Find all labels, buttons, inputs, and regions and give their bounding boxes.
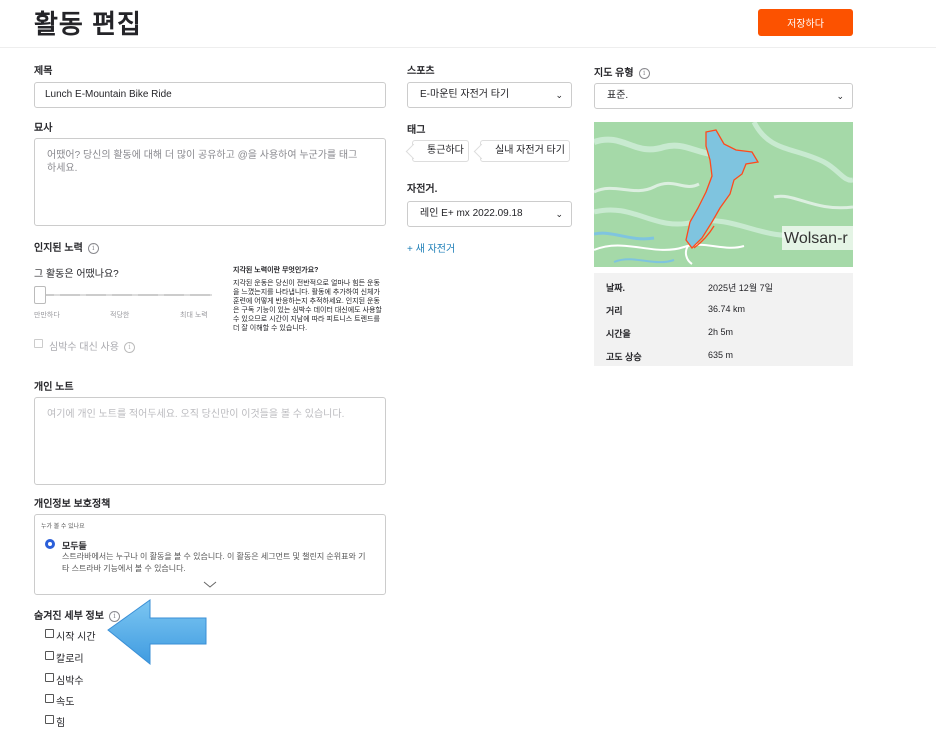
tag-indoor-ride[interactable]: 실내 자전거 타기: [480, 140, 570, 162]
chevron-down-icon: ⌄: [555, 209, 563, 219]
hidden-start-time-checkbox[interactable]: [45, 629, 54, 638]
bike-select-value: 레인 E+ mx 2022.09.18: [420, 208, 523, 219]
hidden-speed-label: 속도: [56, 697, 75, 708]
sport-select[interactable]: E-마운틴 자전거 타기 ⌄: [407, 82, 572, 108]
map-type-label-text: 지도 유형: [594, 68, 634, 79]
map-place-label: Wolsan-r: [784, 230, 848, 247]
new-bike-link[interactable]: + 새 자전거: [407, 240, 455, 255]
activity-stats: 날짜. 2025년 12월 7일 거리 36.74 km 시간을 2h 5m 고…: [594, 273, 853, 366]
stat-date-value: 2025년 12월 7일: [708, 283, 773, 293]
hidden-heartrate-label: 심박수: [56, 676, 84, 687]
hidden-calories-label: 칼로리: [56, 654, 84, 665]
hr-instead-label: 심박수 대신 사용: [49, 342, 119, 353]
info-icon[interactable]: i: [87, 242, 99, 254]
stat-distance-label: 거리: [606, 306, 623, 316]
hidden-power-checkbox[interactable]: [45, 715, 54, 724]
tags-label: 태그: [407, 125, 426, 136]
info-icon[interactable]: i: [123, 341, 135, 353]
stat-distance-value: 36.74 km: [708, 304, 746, 314]
map-type-label: 지도 유형 i: [594, 64, 650, 79]
effort-help-title: 지각된 노력이란 무엇인가요?: [233, 267, 319, 274]
privacy-box[interactable]: 누가 볼 수 있나요 모두들 스트라바에서는 누구나 이 활동을 볼 수 있습니…: [34, 514, 386, 595]
description-textarea[interactable]: 어땠어? 당신의 활동에 대해 더 많이 공유하고 @을 사용하여 누군가를 태…: [34, 138, 386, 226]
chevron-down-icon: ⌄: [836, 91, 844, 101]
hidden-heartrate-checkbox[interactable]: [45, 673, 54, 682]
privacy-label: 개인정보 보호정책: [34, 499, 111, 510]
effort-question: 그 활동은 어땠나요?: [34, 269, 119, 280]
save-button[interactable]: 저장하다: [758, 9, 853, 36]
effort-label: 인지된 노력 i: [34, 239, 99, 254]
stat-elevation-value: 635 m: [708, 350, 734, 360]
stat-elevation-label: 고도 상승: [606, 352, 642, 362]
hidden-start-time-label: 시작 시간: [56, 632, 96, 643]
hidden-calories-checkbox[interactable]: [45, 651, 54, 660]
route-map[interactable]: Wolsan-r: [594, 122, 853, 267]
stat-date-label: 날짜.: [606, 283, 626, 293]
chevron-down-icon[interactable]: [203, 581, 217, 589]
title-input[interactable]: Lunch E-Mountain Bike Ride: [34, 82, 386, 108]
tag-commute[interactable]: 통근하다: [412, 140, 469, 162]
header-divider: [0, 47, 936, 48]
privacy-radio-everyone[interactable]: [45, 539, 55, 549]
map-type-select[interactable]: 표준. ⌄: [594, 83, 853, 109]
description-label: 묘사: [34, 123, 53, 134]
private-notes-label: 개인 노트: [34, 382, 74, 393]
info-icon[interactable]: i: [638, 67, 650, 79]
hidden-details-label-text: 숨겨진 세부 정보: [34, 611, 104, 622]
stat-time-value: 2h 5m: [708, 327, 734, 337]
hidden-speed-checkbox[interactable]: [45, 694, 54, 703]
bike-select[interactable]: 레인 E+ mx 2022.09.18 ⌄: [407, 201, 572, 227]
effort-slider-thumb[interactable]: [34, 286, 46, 304]
privacy-option-desc: 스트라바에서는 누구나 이 활동을 볼 수 있습니다. 이 활동은 세그먼트 및…: [62, 552, 366, 573]
title-label: 제목: [34, 66, 53, 77]
page-title: 활동 편집: [34, 9, 142, 39]
effort-help-body: 지각된 운동은 당신이 전반적으로 얼마나 힘든 운동을 느꼈는지를 나타냅니다…: [233, 280, 382, 332]
chevron-down-icon: ⌄: [555, 90, 563, 100]
effort-slider-segments: [34, 294, 212, 296]
hr-instead-checkbox[interactable]: [34, 339, 43, 348]
bike-label: 자전거.: [407, 184, 438, 195]
private-notes-textarea[interactable]: 여기에 개인 노트를 적어두세요. 오직 당신만이 이것들을 볼 수 있습니다.: [34, 397, 386, 485]
sport-label: 스포츠: [407, 66, 435, 77]
sport-select-value: E-마운틴 자전거 타기: [420, 89, 510, 100]
hidden-power-label: 힘: [56, 718, 66, 729]
hr-instead-row: 심박수 대신 사용 i: [49, 338, 135, 353]
arrow-left-icon: [107, 599, 207, 666]
map-type-select-value: 표준.: [607, 90, 629, 101]
effort-tick-moderate: 적당한: [110, 312, 130, 319]
stat-time-label: 시간을: [606, 329, 631, 339]
effort-tick-easy: 만만하다: [34, 312, 60, 319]
effort-label-text: 인지된 노력: [34, 243, 83, 254]
privacy-who-label: 누가 볼 수 있나요: [41, 524, 85, 530]
effort-tick-max: 최대 노력: [180, 312, 208, 319]
